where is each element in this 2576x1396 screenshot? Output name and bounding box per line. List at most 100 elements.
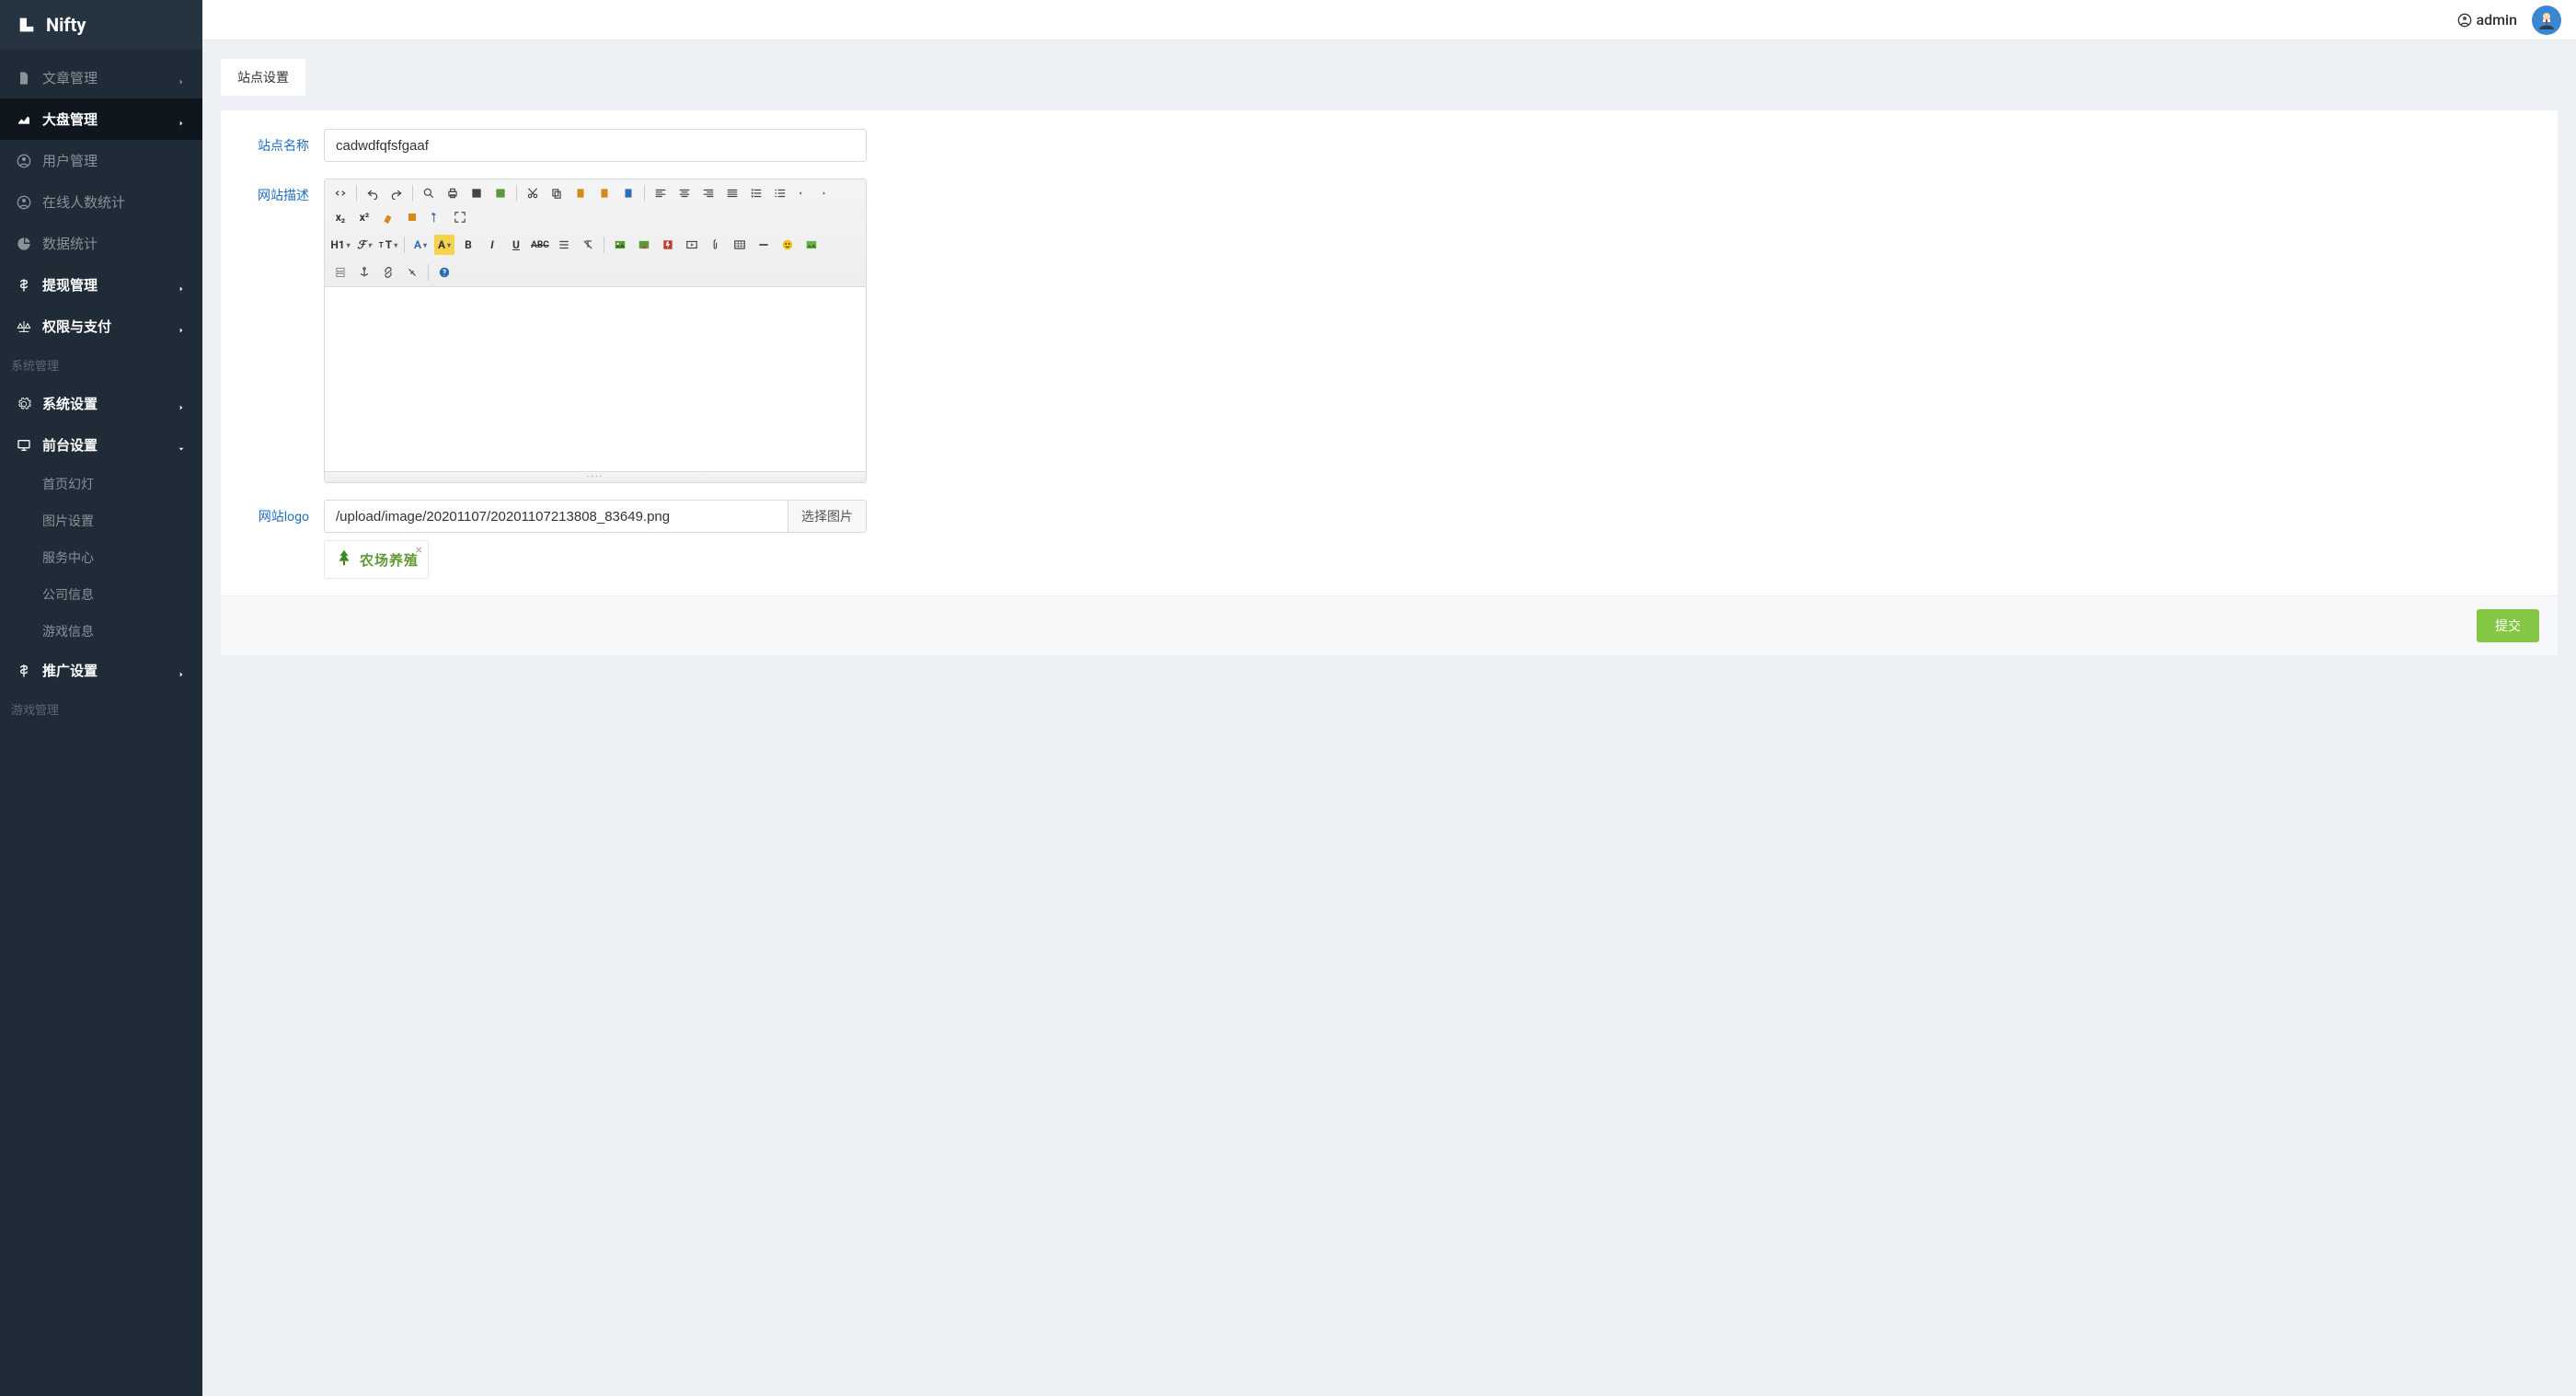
separator — [404, 237, 405, 253]
sidebar-item-permission-pay[interactable]: 权限与支付 — [0, 306, 202, 347]
font-size-dropdown[interactable]: TT▾ — [378, 235, 398, 255]
indent-icon[interactable] — [818, 183, 838, 203]
attachment-icon[interactable] — [706, 235, 726, 255]
align-justify-icon[interactable] — [722, 183, 742, 203]
paste-word-icon[interactable] — [618, 183, 638, 203]
choose-image-button[interactable]: 选择图片 — [788, 500, 867, 533]
pagebreak-icon[interactable] — [330, 262, 351, 283]
bg-color-dropdown[interactable]: A▾ — [434, 235, 454, 255]
logo-preview-text: 农场养殖 — [360, 550, 419, 570]
subitem-game-info[interactable]: 游戏信息 — [0, 613, 202, 650]
quickformat-icon[interactable] — [402, 207, 422, 227]
italic-icon[interactable]: I — [482, 235, 502, 255]
dollar-icon — [17, 278, 31, 293]
sidebar-item-withdraw[interactable]: 提现管理 — [0, 264, 202, 306]
sidebar-item-label: 用户管理 — [42, 151, 98, 170]
underline-icon[interactable]: U — [506, 235, 526, 255]
panel-footer: 提交 — [221, 595, 2558, 655]
print-icon[interactable] — [443, 183, 463, 203]
align-center-icon[interactable] — [674, 183, 695, 203]
sidebar-item-online-stats[interactable]: 在线人数统计 — [0, 181, 202, 223]
file-icon — [17, 71, 31, 86]
list-ol-icon[interactable] — [746, 183, 766, 203]
sidebar-item-label: 数据统计 — [42, 234, 98, 253]
site-name-input[interactable] — [324, 129, 867, 162]
sidebar-item-data-stats[interactable]: 数据统计 — [0, 223, 202, 264]
template-icon[interactable] — [466, 183, 487, 203]
sidebar-item-label: 大盘管理 — [42, 110, 98, 129]
chevron-right-icon — [177, 74, 186, 83]
hr-icon[interactable] — [753, 235, 774, 255]
image-icon[interactable] — [610, 235, 630, 255]
table-icon[interactable] — [730, 235, 750, 255]
row-site-name: 站点名称 — [239, 129, 2539, 162]
strikethrough-icon[interactable]: ABC — [530, 235, 550, 255]
about-icon[interactable] — [434, 262, 454, 283]
remove-format-icon[interactable] — [578, 235, 598, 255]
avatar[interactable] — [2532, 6, 2561, 35]
chevron-right-icon — [177, 399, 186, 409]
list-ul-icon[interactable] — [770, 183, 790, 203]
chevron-down-icon — [177, 441, 186, 450]
subscript-icon[interactable]: x₂ — [330, 207, 351, 227]
site-logo-input[interactable] — [324, 500, 788, 533]
font-family-dropdown[interactable]: ℱ▾ — [354, 235, 374, 255]
tab-site-settings[interactable]: 站点设置 — [221, 59, 305, 96]
sidebar-item-promotion[interactable]: 推广设置 — [0, 650, 202, 691]
text-color-dropdown[interactable]: A▾ — [410, 235, 431, 255]
chevron-right-icon — [177, 666, 186, 675]
subitem-service-center[interactable]: 服务中心 — [0, 539, 202, 576]
emoji-icon[interactable] — [777, 235, 798, 255]
sidebar-item-label: 推广设置 — [42, 661, 98, 680]
map-icon[interactable] — [801, 235, 822, 255]
subitem-image-settings[interactable]: 图片设置 — [0, 502, 202, 539]
line-height-icon[interactable] — [554, 235, 574, 255]
subitem-company-info[interactable]: 公司信息 — [0, 576, 202, 613]
rich-text-editor: x₂ x² H1▾ ℱ▾ TT▾ — [324, 179, 867, 483]
thumb-close-icon[interactable]: × — [416, 543, 422, 558]
sidebar-item-label: 文章管理 — [42, 68, 98, 87]
align-right-icon[interactable] — [698, 183, 719, 203]
multi-image-icon[interactable] — [634, 235, 654, 255]
nav-section-title: 系统管理 — [0, 347, 202, 383]
cut-icon[interactable] — [523, 183, 543, 203]
outdent-icon[interactable] — [794, 183, 814, 203]
link-icon[interactable] — [378, 262, 398, 283]
sidebar-item-users[interactable]: 用户管理 — [0, 140, 202, 181]
tree-icon — [334, 548, 354, 571]
select-all-icon[interactable] — [426, 207, 446, 227]
redo-icon[interactable] — [386, 183, 407, 203]
sidebar-item-label: 系统设置 — [42, 394, 98, 413]
brand[interactable]: Nifty — [0, 0, 202, 50]
bold-icon[interactable]: B — [458, 235, 478, 255]
row-site-logo: 网站logo 选择图片 × 农场养殖 — [239, 500, 2539, 579]
paste-icon[interactable] — [570, 183, 591, 203]
code-icon[interactable] — [490, 183, 511, 203]
subitem-home-slides[interactable]: 首页幻灯 — [0, 466, 202, 502]
sidebar-item-frontend-settings[interactable]: 前台设置 — [0, 424, 202, 466]
user-menu[interactable]: admin — [2457, 11, 2517, 29]
submit-button[interactable]: 提交 — [2477, 609, 2539, 642]
editor-resize-handle[interactable]: ···· — [325, 471, 866, 482]
undo-icon[interactable] — [362, 183, 383, 203]
anchor-icon[interactable] — [354, 262, 374, 283]
flash-icon[interactable] — [658, 235, 678, 255]
source-icon[interactable] — [330, 183, 351, 203]
paste-text-icon[interactable] — [594, 183, 615, 203]
sidebar-item-system-settings[interactable]: 系统设置 — [0, 383, 202, 424]
site-desc-label: 网站描述 — [239, 179, 324, 204]
align-left-icon[interactable] — [650, 183, 671, 203]
unlink-icon[interactable] — [402, 262, 422, 283]
media-icon[interactable] — [682, 235, 702, 255]
clear-format-icon[interactable] — [378, 207, 398, 227]
heading-dropdown[interactable]: H1▾ — [330, 235, 351, 255]
editor-body[interactable] — [325, 287, 866, 471]
sidebar-item-label: 前台设置 — [42, 435, 98, 455]
sidebar-item-articles[interactable]: 文章管理 — [0, 57, 202, 98]
preview-icon[interactable] — [419, 183, 439, 203]
fullscreen-icon[interactable] — [450, 207, 470, 227]
sidebar-item-dashboard[interactable]: 大盘管理 — [0, 98, 202, 140]
superscript-icon[interactable]: x² — [354, 207, 374, 227]
chart-line-icon — [17, 112, 31, 127]
copy-icon[interactable] — [546, 183, 567, 203]
